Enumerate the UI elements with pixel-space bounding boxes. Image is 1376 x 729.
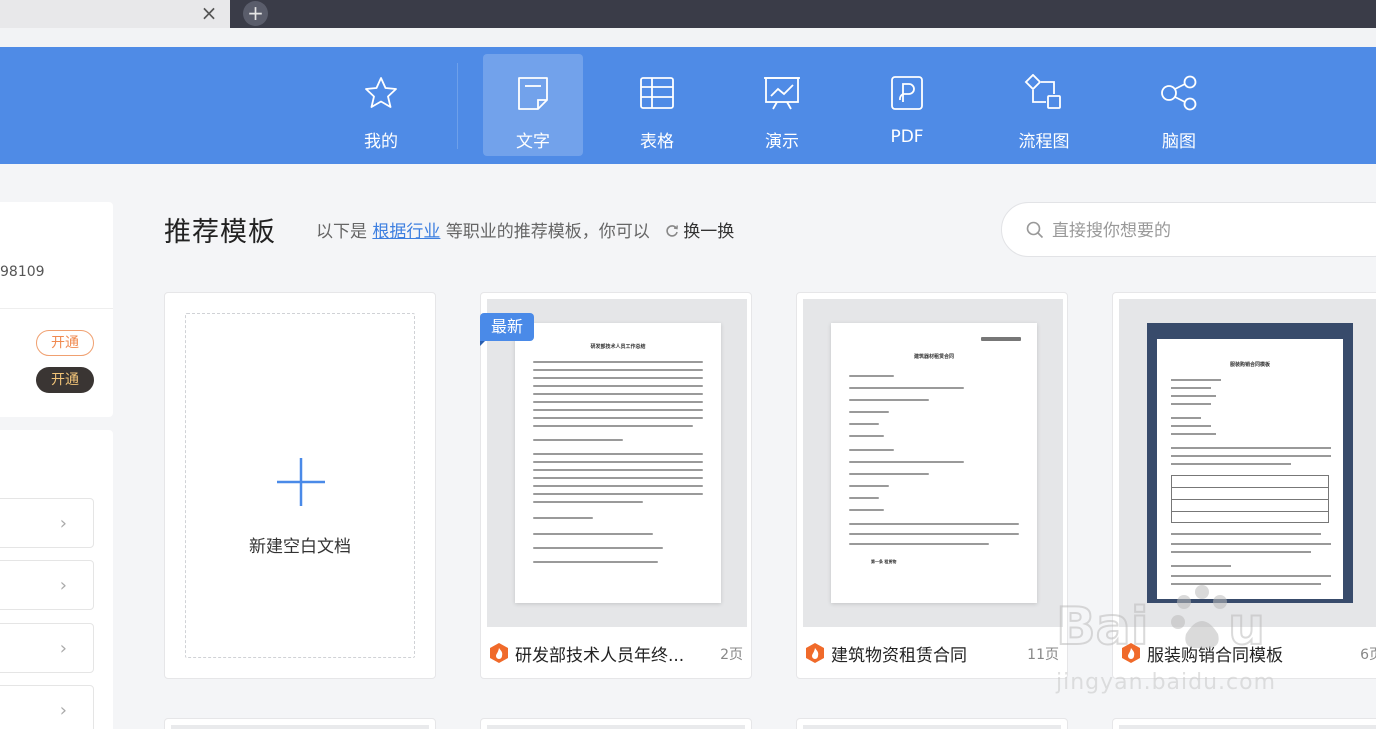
browser-toolbar [0, 28, 1376, 47]
new-badge: 最新 [480, 313, 534, 346]
nav-label: PDF [890, 127, 924, 147]
preview-title: 建筑器材租赁合同 [913, 354, 954, 360]
chevron-right-icon: › [59, 638, 67, 659]
card-footer: 研发部技术人员年终... 2页 [489, 638, 743, 668]
nav-item-mine[interactable]: 我的 [331, 54, 431, 156]
presentation-icon [764, 77, 800, 110]
template-name[interactable]: 建筑物资租赁合同 [831, 641, 1011, 666]
chevron-right-icon: › [59, 513, 67, 534]
industry-link[interactable]: 根据行业 [372, 222, 440, 242]
document-preview: 服装购销合同模板 [1147, 323, 1353, 603]
preview-title: 服装购销合同模板 [1229, 362, 1270, 368]
baidu-logo-icon: Bai u [1055, 585, 1266, 658]
nav-label: 文字 [516, 132, 550, 152]
baidu-jingyan-watermark: Bai u jingyan.baidu.com [1052, 578, 1342, 698]
page-count: 6页 [1360, 647, 1376, 663]
hot-icon [806, 643, 824, 663]
open-premium-button[interactable]: 开通 [36, 367, 94, 393]
new-blank-area[interactable]: 新建空白文档 [185, 313, 415, 658]
sidebar-menu: › › › › [0, 430, 113, 729]
user-id: 98109 [0, 264, 45, 280]
nav-label: 我的 [364, 132, 398, 152]
preview-title: 研发部技术人员工作总结 [590, 344, 646, 350]
template-name[interactable]: 研发部技术人员年终... [515, 641, 695, 666]
top-nav: 我的 文字 表格 演示 PDF 流程图 脑图 [0, 47, 1376, 164]
nav-item-mindmap[interactable]: 脑图 [1129, 54, 1229, 156]
search-input[interactable] [1052, 219, 1352, 243]
svg-text:Bai: Bai [1056, 597, 1149, 657]
sidebar-item[interactable]: › [0, 498, 94, 548]
chevron-right-icon: › [59, 700, 67, 721]
pdf-icon [891, 76, 923, 110]
user-panel: 98109 开通 开通 [0, 202, 113, 417]
subtitle-prefix: 以下是 [316, 222, 367, 242]
new-tab-icon[interactable]: + [243, 1, 268, 26]
search-icon [1026, 221, 1044, 239]
template-card[interactable] [796, 718, 1068, 729]
template-card[interactable] [164, 718, 436, 729]
plus-icon [277, 458, 325, 506]
open-membership-button[interactable]: 开通 [36, 330, 94, 356]
table-icon [640, 77, 674, 109]
flowchart-icon [1024, 74, 1061, 109]
hot-icon [490, 643, 508, 663]
watermark-url: jingyan.baidu.com [1056, 670, 1277, 695]
nav-item-text[interactable]: 文字 [483, 54, 583, 156]
template-thumbnail[interactable]: 研发部技术人员工作总结 [487, 299, 747, 627]
preview-clause: 第一条 租赁物 [871, 559, 897, 564]
swap-button[interactable]: 换一换 [683, 222, 734, 242]
card-footer: 建筑物资租赁合同 11页 [805, 638, 1059, 668]
nav-divider [457, 63, 458, 149]
new-blank-label: 新建空白文档 [249, 537, 351, 557]
new-blank-card[interactable]: 新建空白文档 [164, 292, 436, 679]
document-preview: 建筑器材租赁合同 第一条 租赁物 [831, 323, 1037, 603]
nav-label: 演示 [765, 132, 799, 152]
template-card[interactable]: 建筑器材租赁合同 第一条 租赁物 建筑物资租赁合同 11页 [796, 292, 1068, 679]
refresh-icon[interactable] [665, 224, 679, 238]
page-count: 2页 [720, 647, 743, 663]
star-icon [365, 77, 397, 108]
browser-tab-strip: × + [0, 0, 1376, 28]
document-preview: 研发部技术人员工作总结 [515, 323, 721, 603]
divider [0, 308, 113, 309]
nav-label: 表格 [640, 132, 674, 152]
search-box[interactable] [1001, 202, 1376, 257]
sidebar-item[interactable]: › [0, 685, 94, 729]
nav-item-flowchart[interactable]: 流程图 [994, 54, 1094, 156]
template-card[interactable] [1112, 718, 1376, 729]
document-icon [518, 77, 548, 110]
close-tab-icon[interactable]: × [198, 2, 220, 24]
section-title: 推荐模板 [164, 217, 276, 248]
sidebar-item[interactable]: › [0, 623, 94, 673]
preview-inner-page: 服装购销合同模板 [1157, 339, 1343, 599]
template-card[interactable]: 研发部技术人员工作总结 最新 研发部技术人员年终... 2页 [480, 292, 752, 679]
nav-label: 流程图 [1018, 132, 1070, 152]
chevron-right-icon: › [59, 575, 67, 596]
nav-label: 脑图 [1162, 132, 1196, 152]
template-thumbnail[interactable]: 建筑器材租赁合同 第一条 租赁物 [803, 299, 1063, 627]
template-card[interactable] [480, 718, 752, 729]
svg-text:u: u [1228, 597, 1265, 657]
nav-item-pdf[interactable]: PDF [857, 54, 957, 156]
sidebar-item[interactable]: › [0, 560, 94, 610]
nav-item-presentation[interactable]: 演示 [732, 54, 832, 156]
browser-tab[interactable]: × [0, 0, 230, 28]
mindmap-icon [1161, 75, 1197, 111]
subtitle-mid: 等职业的推荐模板，你可以 [445, 222, 650, 242]
nav-item-table[interactable]: 表格 [607, 54, 707, 156]
recommend-subtitle: 以下是 根据行业 等职业的推荐模板，你可以 换一换 [316, 217, 734, 242]
